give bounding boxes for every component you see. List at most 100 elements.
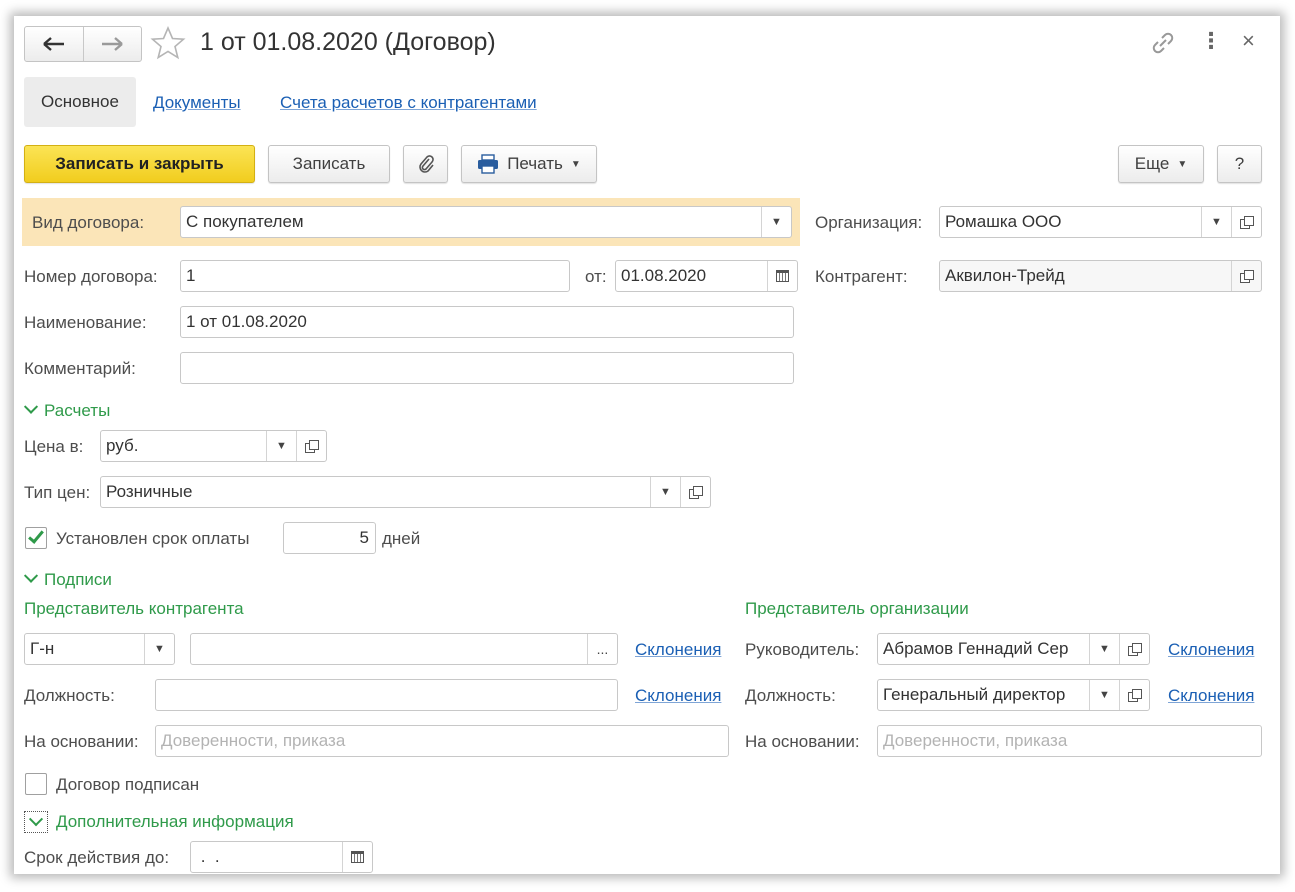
- payment-term-label: Установлен срок оплаты: [56, 529, 250, 548]
- organization-select[interactable]: Ромашка ООО ▼: [939, 206, 1262, 238]
- dropdown-icon[interactable]: ▼: [1089, 634, 1119, 664]
- save-and-close-label: Записать и закрыть: [55, 154, 224, 173]
- dropdown-icon[interactable]: ▼: [1201, 207, 1231, 237]
- checkmark-icon: [28, 527, 44, 544]
- tab-main[interactable]: Основное: [24, 77, 136, 127]
- counterparty-position-input[interactable]: [155, 679, 618, 711]
- counterparty-declensions-link[interactable]: Склонения: [635, 640, 721, 660]
- signatures-section-toggle[interactable]: Подписи: [23, 568, 112, 590]
- contract-number-input[interactable]: 1: [180, 260, 570, 292]
- salutation-value: Г-н: [30, 639, 55, 658]
- print-button[interactable]: Печать ▼: [461, 145, 597, 183]
- organization-rep-title: Представитель организации: [745, 599, 969, 618]
- counterparty-input[interactable]: Аквилон-Трейд: [939, 260, 1262, 292]
- name-input[interactable]: 1 от 01.08.2020: [180, 306, 794, 338]
- payment-term-days-value: 5: [359, 528, 369, 547]
- save-and-close-button[interactable]: Записать и закрыть: [24, 145, 255, 183]
- counterparty-position-label: Должность:: [24, 686, 115, 705]
- date-value: 01.08.2020: [621, 266, 707, 285]
- counterparty-position-declensions-link[interactable]: Склонения: [635, 686, 721, 706]
- contract-type-select[interactable]: С покупателем ▼: [180, 206, 792, 238]
- counterparty-rep-title: Представитель контрагента: [24, 599, 244, 618]
- select-ellipsis-button[interactable]: ...: [587, 634, 617, 664]
- open-icon[interactable]: [296, 431, 326, 461]
- more-button[interactable]: Еще ▼: [1118, 145, 1204, 183]
- dropdown-icon[interactable]: ▼: [144, 634, 174, 664]
- help-label: ?: [1234, 154, 1245, 173]
- open-icon[interactable]: [680, 477, 710, 507]
- settlements-section-toggle[interactable]: Расчеты: [23, 399, 111, 421]
- counterparty-basis-input[interactable]: Доверенности, приказа: [155, 725, 729, 757]
- organization-value: Ромашка ООО: [945, 212, 1062, 231]
- price-in-select[interactable]: руб. ▼: [100, 430, 327, 462]
- open-icon[interactable]: [1231, 207, 1261, 237]
- organization-position-label: Должность:: [745, 686, 836, 705]
- close-icon[interactable]: ×: [1242, 28, 1255, 54]
- payment-term-unit: дней: [382, 529, 421, 548]
- counterparty-basis-placeholder: Доверенности, приказа: [161, 731, 346, 750]
- dropdown-icon[interactable]: ▼: [266, 431, 296, 461]
- valid-until-input[interactable]: . .: [190, 841, 373, 873]
- open-icon[interactable]: [1231, 261, 1261, 291]
- date-input[interactable]: 01.08.2020: [615, 260, 798, 292]
- counterparty-rep-name-input[interactable]: ...: [190, 633, 618, 665]
- calendar-icon[interactable]: [342, 842, 372, 872]
- help-button[interactable]: ?: [1217, 145, 1262, 183]
- price-type-value: Розничные: [106, 482, 193, 501]
- paperclip-icon: [418, 155, 434, 173]
- valid-until-label: Срок действия до:: [24, 848, 170, 867]
- price-type-select[interactable]: Розничные ▼: [100, 476, 711, 508]
- chevron-down-icon: [23, 399, 39, 414]
- calendar-icon[interactable]: [767, 261, 797, 291]
- payment-term-days-input[interactable]: 5: [283, 522, 376, 554]
- organization-position-select[interactable]: Генеральный директор ▼: [877, 679, 1150, 711]
- contract-signed-label: Договор подписан: [56, 775, 200, 794]
- organization-basis-input[interactable]: Доверенности, приказа: [877, 725, 1262, 757]
- head-select[interactable]: Абрамов Геннадий Сер ▼: [877, 633, 1150, 665]
- dropdown-icon[interactable]: ▼: [1089, 680, 1119, 710]
- tab-counterparty-accounts[interactable]: Счета расчетов с контрагентами: [280, 93, 537, 113]
- chevron-down-icon: [24, 811, 48, 833]
- contract-signed-checkbox[interactable]: [25, 773, 47, 795]
- contract-type-label: Вид договора:: [32, 213, 145, 232]
- price-type-label: Тип цен:: [24, 483, 91, 502]
- counterparty-label: Контрагент:: [815, 267, 908, 286]
- chevron-down-icon: ▼: [1177, 158, 1188, 170]
- chevron-down-icon: [23, 568, 39, 583]
- comment-label: Комментарий:: [24, 359, 136, 378]
- dropdown-icon[interactable]: ▼: [761, 207, 791, 237]
- contract-number-value: 1: [186, 266, 196, 285]
- payment-term-checkbox[interactable]: [25, 527, 47, 549]
- save-button[interactable]: Записать: [268, 145, 390, 183]
- back-button[interactable]: [25, 27, 84, 61]
- comment-input[interactable]: [180, 352, 794, 384]
- counterparty-value: Аквилон-Трейд: [945, 266, 1065, 285]
- arrow-right-icon: [102, 37, 124, 51]
- contract-form-window: 1 от 01.08.2020 (Договор) ⋮ × Основное Д…: [14, 16, 1280, 874]
- tab-documents[interactable]: Документы: [153, 93, 241, 113]
- arrow-left-icon: [42, 37, 64, 51]
- forward-button[interactable]: [84, 27, 142, 61]
- name-label: Наименование:: [24, 313, 147, 332]
- organization-basis-placeholder: Доверенности, приказа: [883, 731, 1068, 750]
- save-label: Записать: [292, 154, 366, 173]
- dropdown-icon[interactable]: ▼: [650, 477, 680, 507]
- favorite-star-icon[interactable]: [150, 26, 186, 60]
- additional-section-toggle[interactable]: Дополнительная информация: [24, 811, 294, 833]
- more-label: Еще: [1134, 154, 1170, 173]
- open-icon[interactable]: [1119, 680, 1149, 710]
- signatures-title: Подписи: [44, 570, 112, 589]
- nav-buttons: [24, 26, 142, 62]
- additional-title: Дополнительная информация: [56, 812, 294, 831]
- price-in-value: руб.: [106, 436, 139, 455]
- more-vertical-icon[interactable]: ⋮: [1200, 28, 1222, 54]
- attach-button[interactable]: [403, 145, 448, 183]
- link-icon[interactable]: [1150, 32, 1176, 54]
- settlements-title: Расчеты: [44, 401, 111, 420]
- head-label: Руководитель:: [745, 640, 860, 659]
- organization-declensions-link[interactable]: Склонения: [1168, 640, 1254, 660]
- salutation-select[interactable]: Г-н ▼: [24, 633, 175, 665]
- organization-position-declensions-link[interactable]: Склонения: [1168, 686, 1254, 706]
- date-label: от:: [585, 267, 607, 286]
- open-icon[interactable]: [1119, 634, 1149, 664]
